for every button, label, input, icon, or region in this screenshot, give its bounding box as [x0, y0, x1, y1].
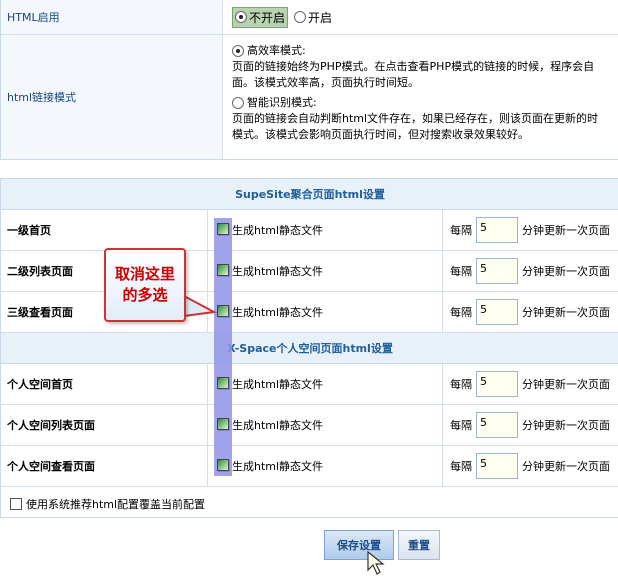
html-generation-table: SupeSite聚合页面html设置 一级首页 生成html静态文件 每隔 5 …	[0, 178, 618, 518]
generate-html-option[interactable]: 生成html静态文件	[218, 251, 323, 291]
row-label: 个人空间列表页面	[7, 419, 95, 432]
generate-html-option[interactable]: 生成html静态文件	[218, 405, 323, 445]
radio-enable-option[interactable]: 开启	[294, 9, 332, 26]
xspace-section-title: X-Space个人空间页面html设置	[1, 333, 618, 364]
html-enable-row: HTML启用 不开启 开启	[1, 0, 618, 35]
annotation-callout: 取消这里 的多选	[104, 248, 186, 322]
html-enable-options: 不开启 开启	[224, 0, 618, 34]
mode-smart-option[interactable]: 智能识别模式:	[232, 95, 618, 111]
generate-html-option[interactable]: 生成html静态文件	[218, 364, 323, 404]
html-enable-label: HTML启用	[1, 0, 223, 34]
reset-button[interactable]: 重置	[398, 530, 440, 560]
mode-smart-desc-1: 页面的链接会自动判断html文件存在，如果已经存在，则该页面在更新的时	[232, 112, 599, 125]
html-link-mode-options: 高效率模式: 页面的链接始终为PHP模式。在点击查看PHP模式的链接的时候，程序…	[224, 35, 618, 159]
update-interval-input[interactable]: 5	[476, 412, 518, 438]
radio-efficient[interactable]	[232, 45, 244, 57]
checkbox-overlay-6[interactable]	[217, 459, 229, 471]
html-link-mode-label: html链接模式	[1, 35, 223, 159]
table-row: 一级首页 生成html静态文件 每隔 5 分钟更新一次页面	[1, 210, 618, 251]
table-row: 个人空间列表页面 生成html静态文件 每隔 5 分钟更新一次页面	[1, 405, 618, 446]
mode-efficient-desc-1: 页面的链接始终为PHP模式。在点击查看PHP模式的链接的时候，程序会自	[232, 60, 595, 73]
radio-enable[interactable]	[294, 11, 307, 23]
update-interval-input[interactable]: 5	[476, 371, 518, 397]
row-label: 三级查看页面	[7, 306, 73, 319]
checkbox-overlay-3[interactable]	[217, 305, 229, 317]
table-row: 个人空间首页 生成html静态文件 每隔 5 分钟更新一次页面	[1, 364, 618, 405]
mode-smart-desc-2: 模式。该模式会影响页面执行时间，但对搜索收录效果较好。	[232, 128, 529, 141]
row-label: 个人空间查看页面	[7, 460, 95, 473]
cursor-arrow-icon	[367, 550, 385, 575]
checkbox-overlay-4[interactable]	[217, 377, 229, 389]
radio-disable-option[interactable]: 不开启	[232, 6, 289, 28]
row-label: 个人空间首页	[7, 378, 73, 391]
generate-html-option[interactable]: 生成html静态文件	[218, 446, 323, 486]
radio-disable[interactable]	[235, 11, 247, 23]
checkbox-overlay-2[interactable]	[217, 264, 229, 276]
update-interval-input[interactable]: 5	[476, 217, 518, 243]
mode-efficient-desc-2: 面。该模式效率高，页面执行时间短。	[232, 76, 419, 89]
mode-efficient-option[interactable]: 高效率模式:	[232, 43, 618, 59]
generate-html-option[interactable]: 生成html静态文件	[218, 210, 323, 250]
table-row: 个人空间查看页面 生成html静态文件 每隔 5 分钟更新一次页面	[1, 446, 618, 487]
update-interval-input[interactable]: 5	[476, 258, 518, 284]
table-row: 三级查看页面 生成html静态文件 每隔 5 分钟更新一次页面	[1, 292, 618, 333]
generate-html-option[interactable]: 生成html静态文件	[218, 292, 323, 332]
checkbox-overlay-1[interactable]	[217, 223, 229, 235]
cover-config-checkbox[interactable]	[10, 498, 22, 510]
callout-pointer-icon	[183, 294, 218, 318]
update-interval-input[interactable]: 5	[476, 453, 518, 479]
html-settings-table: HTML启用 不开启 开启 html链接模式 高效率模式: 页面的链接始终为PH…	[0, 0, 618, 160]
radio-smart[interactable]	[232, 97, 244, 109]
update-interval-input[interactable]: 5	[476, 299, 518, 325]
row-label: 二级列表页面	[7, 265, 73, 278]
cover-config-option[interactable]: 使用系统推荐html配置覆盖当前配置	[10, 496, 205, 512]
checkbox-column-highlight	[214, 218, 232, 476]
checkbox-overlay-5[interactable]	[217, 418, 229, 430]
row-label: 一级首页	[7, 224, 51, 237]
table-row: 二级列表页面 生成html静态文件 每隔 5 分钟更新一次页面	[1, 251, 618, 292]
html-link-mode-row: html链接模式 高效率模式: 页面的链接始终为PHP模式。在点击查看PHP模式…	[1, 35, 618, 159]
supesite-section-title: SupeSite聚合页面html设置	[1, 179, 618, 210]
